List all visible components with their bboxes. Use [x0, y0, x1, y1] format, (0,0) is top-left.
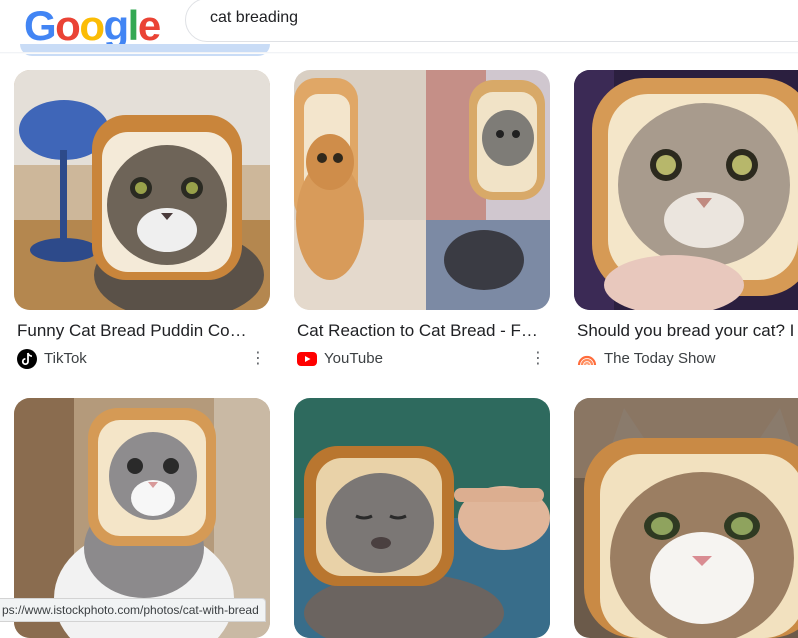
result-source[interactable]: YouTube ⋮: [297, 349, 547, 369]
logo-letter: o: [55, 2, 81, 49]
logo-letter: g: [103, 2, 129, 49]
result-title[interactable]: Cat Reaction to Cat Bread - F…: [297, 320, 553, 342]
logo-letter: l: [127, 2, 140, 49]
result-thumbnail[interactable]: [14, 70, 270, 310]
logo-letter: G: [24, 2, 57, 49]
result-source[interactable]: TikTok ⋮: [17, 349, 267, 369]
source-name: The Today Show: [604, 350, 716, 367]
cat-bread-photo: [574, 398, 798, 638]
tiktok-icon: [17, 349, 37, 369]
cat-bread-photo: [294, 398, 550, 638]
google-logo[interactable]: Google: [24, 2, 161, 49]
result-thumbnail[interactable]: [574, 70, 798, 310]
cat-bread-photo: [294, 70, 550, 310]
today-show-icon: [577, 355, 597, 366]
source-name: YouTube: [324, 350, 383, 367]
more-options-icon[interactable]: ⋮: [250, 349, 266, 369]
more-options-icon[interactable]: ⋮: [530, 349, 546, 369]
result-source[interactable]: The Today Show: [577, 349, 798, 369]
cat-bread-photo: [14, 70, 270, 310]
logo-letter: e: [137, 2, 161, 49]
filter-chip[interactable]: [20, 44, 270, 56]
search-input[interactable]: cat breading: [210, 9, 298, 27]
youtube-icon: [297, 352, 317, 366]
result-thumbnail[interactable]: [294, 70, 550, 310]
result-title[interactable]: Funny Cat Bread Puddin Co…: [17, 320, 273, 342]
header-divider: [0, 52, 798, 54]
source-name: TikTok: [44, 350, 87, 367]
result-thumbnail[interactable]: [574, 398, 798, 638]
result-title[interactable]: Should you bread your cat? I: [577, 320, 798, 342]
search-box[interactable]: cat breading: [185, 0, 798, 42]
status-bar-url: ps://www.istockphoto.com/photos/cat-with…: [0, 598, 266, 622]
logo-letter: o: [79, 2, 105, 49]
cat-bread-photo: [574, 70, 798, 310]
result-thumbnail[interactable]: [294, 398, 550, 638]
